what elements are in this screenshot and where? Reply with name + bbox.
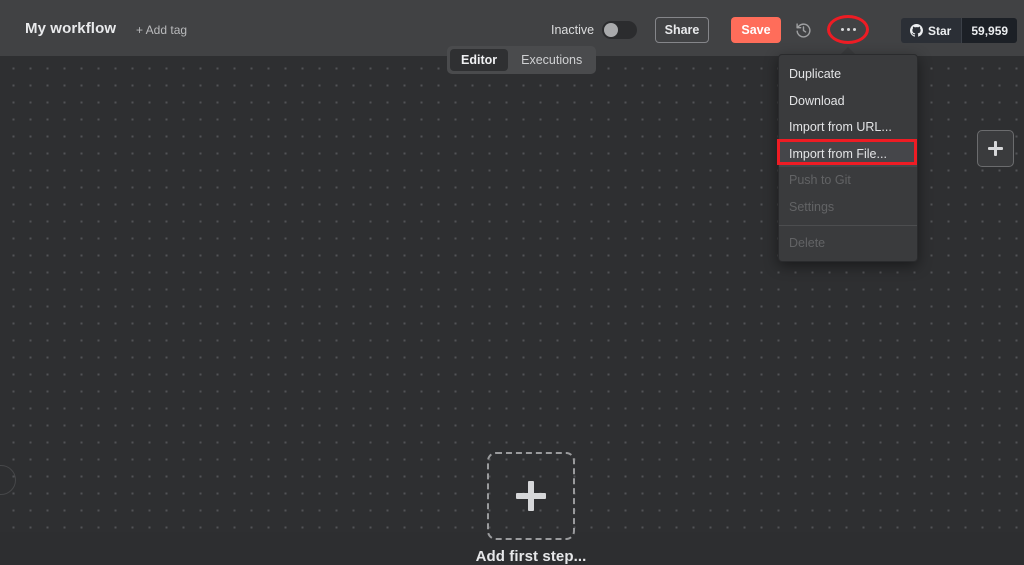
github-star-widget[interactable]: Star 59,959 [901, 18, 1017, 43]
menu-item-push-to-git: Push to Git [779, 167, 917, 194]
tab-executions[interactable]: Executions [510, 49, 593, 71]
add-first-step-label: Add first step... [400, 548, 662, 565]
workflow-active-toggle[interactable] [602, 21, 637, 39]
menu-item-import-from-url[interactable]: Import from URL... [779, 114, 917, 141]
plus-icon [516, 481, 546, 511]
workflow-actions-menu: Duplicate Download Import from URL... Im… [778, 54, 918, 262]
github-star-label: Star [928, 24, 951, 38]
menu-item-download[interactable]: Download [779, 88, 917, 115]
plus-icon [988, 141, 1003, 156]
dot [853, 28, 856, 31]
menu-item-delete: Delete [779, 230, 917, 257]
workflow-active-state-label: Inactive [551, 23, 594, 37]
tab-editor[interactable]: Editor [450, 49, 508, 71]
save-button[interactable]: Save [731, 17, 781, 43]
github-icon [910, 24, 923, 37]
github-star-button[interactable]: Star [901, 18, 961, 43]
canvas-add-node-button[interactable] [977, 130, 1014, 167]
n8n-workflow-editor: Add first step... My workflow + Add tag … [0, 0, 1024, 532]
menu-divider [779, 225, 917, 226]
dot [847, 28, 850, 31]
canvas-edge-handle [0, 465, 16, 495]
toggle-knob [604, 23, 618, 37]
workflow-title[interactable]: My workflow [25, 20, 116, 37]
menu-item-settings: Settings [779, 194, 917, 221]
history-clock-icon[interactable] [793, 20, 813, 40]
menu-item-import-from-file[interactable]: Import from File... [779, 141, 917, 168]
dot [841, 28, 844, 31]
menu-item-duplicate[interactable]: Duplicate [779, 61, 917, 88]
editor-executions-tabs: Editor Executions [447, 46, 596, 74]
share-button[interactable]: Share [655, 17, 709, 43]
more-horizontal-button[interactable] [837, 21, 859, 37]
add-first-step-placeholder[interactable] [487, 452, 575, 540]
add-tag-button[interactable]: + Add tag [136, 23, 187, 37]
github-star-count: 59,959 [961, 18, 1017, 43]
